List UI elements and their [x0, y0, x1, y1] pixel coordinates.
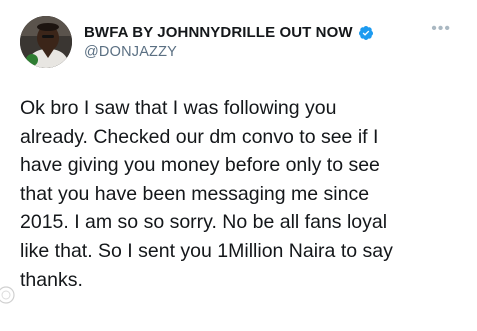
tweet-text-line: already. Checked our dm convo to see if … — [20, 125, 379, 148]
user-handle[interactable]: @DONJAZZY — [84, 44, 374, 60]
tweet-text: Ok bro I saw that I was following you al… — [20, 94, 460, 294]
avatar-photo — [20, 16, 72, 68]
tweet-card: BWFA BY JOHNNYDRILLE OUT NOW @DONJAZZY •… — [0, 0, 477, 331]
tweet-text-line: that you have been messaging me since — [20, 182, 370, 205]
tweet-text-line: 2015. I am so so sorry. No be all fans l… — [20, 211, 388, 234]
tweet-text-line: thanks. — [20, 268, 83, 291]
tweet-header: BWFA BY JOHNNYDRILLE OUT NOW @DONJAZZY •… — [20, 16, 457, 72]
name-block: BWFA BY JOHNNYDRILLE OUT NOW @DONJAZZY — [84, 24, 374, 60]
watermark-badge-icon — [0, 284, 22, 306]
avatar[interactable] — [20, 16, 72, 68]
tweet-text-line: like that. So I sent you 1Million Naira … — [20, 239, 393, 262]
more-options-icon[interactable]: ••• — [431, 21, 451, 37]
display-name[interactable]: BWFA BY JOHNNYDRILLE OUT NOW — [84, 24, 353, 41]
tweet-text-line: Ok bro I saw that I was following you — [20, 97, 337, 119]
display-name-row: BWFA BY JOHNNYDRILLE OUT NOW — [84, 24, 374, 41]
tweet-text-line: have giving you money before only to see — [20, 154, 380, 177]
verified-badge-icon — [358, 25, 374, 41]
